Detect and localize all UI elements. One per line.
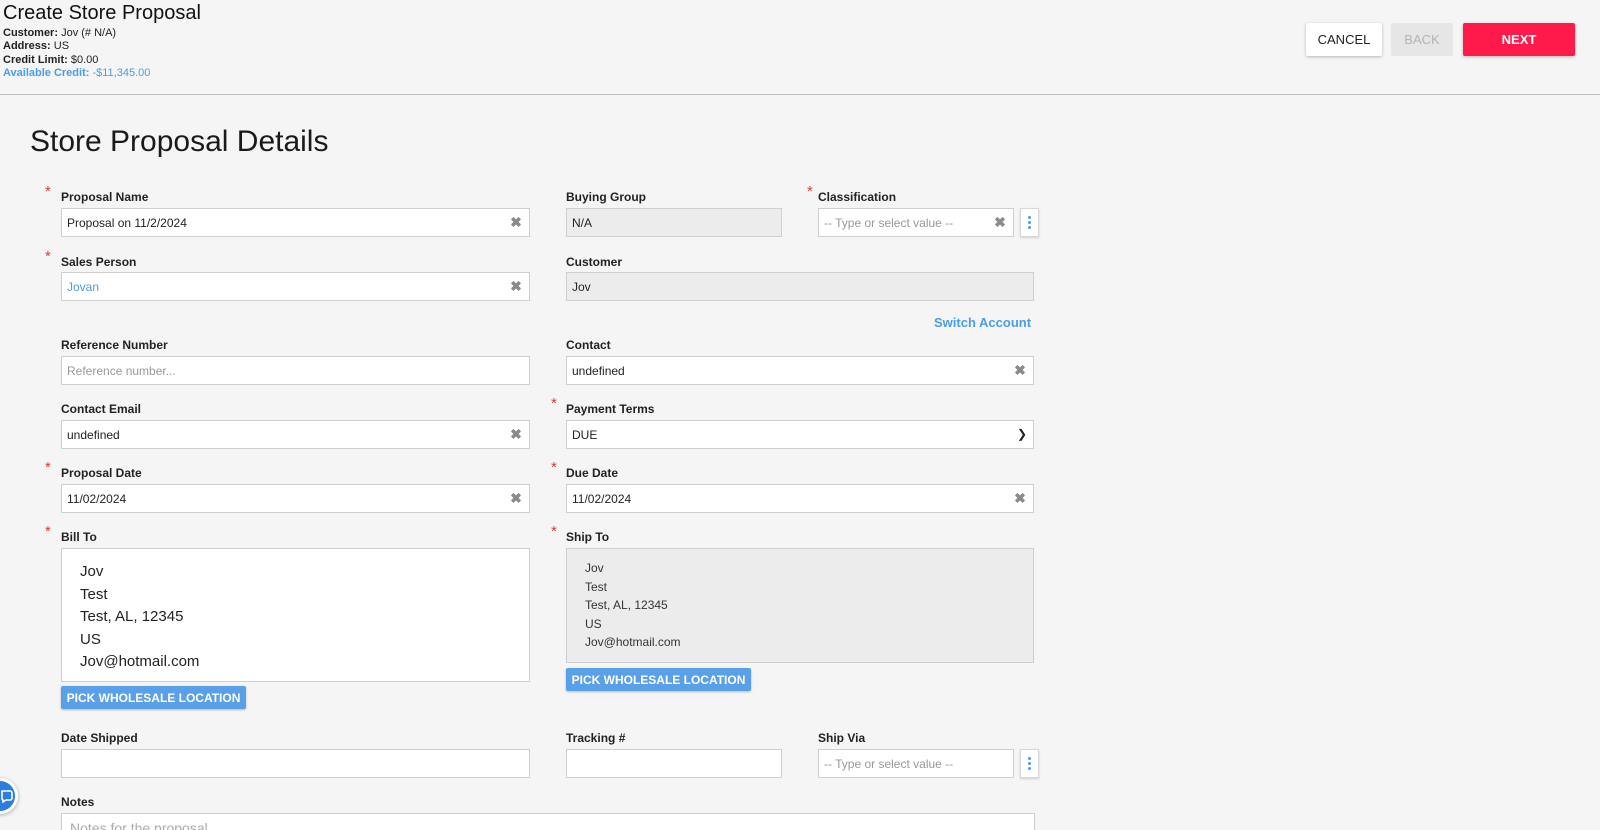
customer-value: Jov <box>572 279 591 294</box>
proposal-date-input[interactable]: 11/02/2024 ✖ <box>61 484 530 513</box>
sales-person-value: Jovan <box>67 279 100 294</box>
contact-label: Contact <box>566 338 611 352</box>
required-marker: * <box>551 523 557 540</box>
ship-via-placeholder: -- Type or select value -- <box>824 756 954 771</box>
customer-label: Customer <box>566 255 623 269</box>
ship-via-select[interactable]: -- Type or select value -- <box>818 749 1014 778</box>
bill-to-line: Test, AL, 12345 <box>80 608 184 625</box>
proposal-name-label: Proposal Name <box>61 190 149 204</box>
available-credit-label: Available Credit: <box>3 67 90 79</box>
page-header: Create Store Proposal Customer: Jov (# N… <box>0 0 1600 95</box>
reference-number-label: Reference Number <box>61 338 168 352</box>
ship-to-line: Test <box>585 579 608 594</box>
clear-icon[interactable]: ✖ <box>510 215 522 229</box>
ship-to-line: Jov <box>585 561 604 575</box>
required-marker: * <box>45 459 51 476</box>
clear-icon[interactable]: ✖ <box>994 215 1006 229</box>
proposal-name-value: Proposal on 11/2/2024 <box>67 215 187 230</box>
clear-icon[interactable]: ✖ <box>510 491 522 505</box>
credit-limit-info: Credit Limit: $0.00 <box>3 54 98 67</box>
date-shipped-input[interactable] <box>61 749 530 778</box>
payment-terms-select[interactable]: DUE ❯ <box>566 420 1034 449</box>
classification-placeholder: -- Type or select value -- <box>824 215 954 230</box>
required-marker: * <box>807 183 813 200</box>
credit-limit-label: Credit Limit: <box>3 54 68 66</box>
chat-bubble-icon <box>1 790 13 803</box>
proposal-name-input[interactable]: Proposal on 11/2/2024 ✖ <box>61 208 530 237</box>
reference-number-input[interactable]: Reference number... <box>61 356 530 385</box>
customer-input: Jov <box>566 272 1034 301</box>
ship-to-address: Jov Test Test, AL, 12345 US Jov@hotmail.… <box>566 548 1034 663</box>
next-button[interactable]: NEXT <box>1463 23 1575 56</box>
buying-group-label: Buying Group <box>566 190 646 204</box>
date-shipped-label: Date Shipped <box>61 731 138 745</box>
notes-textarea[interactable]: Notes for the proposal... <box>61 813 1035 830</box>
available-credit-value: -$11,345.00 <box>92 67 151 79</box>
clear-icon[interactable]: ✖ <box>1014 491 1026 505</box>
contact-value: undefined <box>572 363 625 378</box>
reference-number-placeholder: Reference number... <box>67 363 176 378</box>
required-marker: * <box>45 248 51 265</box>
switch-account-link[interactable]: Switch Account <box>934 315 1031 330</box>
due-date-label: Due Date <box>566 466 619 480</box>
chevron-down-icon: ❯ <box>1016 427 1027 441</box>
address-info-value: US <box>53 40 70 52</box>
address-info-label: Address: <box>3 40 51 52</box>
notes-label: Notes <box>61 795 95 809</box>
ship-to-pick-wholesale-location-button[interactable]: PICK WHOLESALE LOCATION <box>566 668 751 691</box>
required-marker: * <box>551 395 557 412</box>
section-title: Store Proposal Details <box>30 125 329 158</box>
cancel-button[interactable]: CANCEL <box>1306 23 1382 56</box>
bill-to-pick-wholesale-location-button[interactable]: PICK WHOLESALE LOCATION <box>61 686 246 709</box>
due-date-input[interactable]: 11/02/2024 ✖ <box>566 484 1034 513</box>
tracking-input[interactable] <box>566 749 782 778</box>
required-marker: * <box>551 459 557 476</box>
contact-email-value: undefined <box>67 427 120 442</box>
buying-group-value: N/A <box>572 215 593 230</box>
required-marker: * <box>45 523 51 540</box>
customer-info: Customer: Jov (# N/A) <box>3 27 116 40</box>
buying-group-input: N/A <box>566 208 782 237</box>
classification-label: Classification <box>818 190 897 204</box>
clear-icon[interactable]: ✖ <box>1014 363 1026 377</box>
bill-to-label: Bill To <box>61 530 97 544</box>
bill-to-line: Jov@hotmail.com <box>80 653 200 670</box>
clear-icon[interactable]: ✖ <box>510 279 522 293</box>
required-marker: * <box>45 183 51 200</box>
chat-icon[interactable] <box>0 778 18 814</box>
clear-icon[interactable]: ✖ <box>510 427 522 441</box>
ship-via-label: Ship Via <box>818 731 866 745</box>
customer-info-label: Customer: <box>3 27 59 39</box>
bill-to-address[interactable]: Jov Test Test, AL, 12345 US Jov@hotmail.… <box>61 548 530 682</box>
tracking-label: Tracking # <box>566 731 626 745</box>
ship-to-line: Jov@hotmail.com <box>585 635 681 649</box>
back-button[interactable]: BACK <box>1391 23 1453 56</box>
bill-to-line: US <box>80 630 101 648</box>
bill-to-line: Test <box>80 585 108 603</box>
payment-terms-value: DUE <box>572 427 598 442</box>
classification-more-icon[interactable] <box>1020 208 1039 237</box>
ship-to-line: Test, AL, 12345 <box>585 598 668 612</box>
credit-limit-value: $0.00 <box>70 54 99 66</box>
address-info: Address: US <box>3 40 69 53</box>
available-credit-info: Available Credit: -$11,345.00 <box>3 67 150 80</box>
ship-to-line: US <box>585 616 602 631</box>
payment-terms-label: Payment Terms <box>566 402 655 416</box>
classification-select[interactable]: -- Type or select value -- ✖ <box>818 208 1014 237</box>
proposal-date-value: 11/02/2024 <box>67 491 127 506</box>
contact-email-input[interactable]: undefined ✖ <box>61 420 530 449</box>
page-title: Create Store Proposal <box>3 2 201 24</box>
sales-person-input[interactable]: Jovan ✖ <box>61 272 530 301</box>
notes-placeholder: Notes for the proposal... <box>70 820 220 830</box>
proposal-date-label: Proposal Date <box>61 466 142 480</box>
customer-info-value: Jov (# N/A) <box>61 27 117 39</box>
sales-person-label: Sales Person <box>61 255 137 269</box>
contact-email-label: Contact Email <box>61 402 142 416</box>
due-date-value: 11/02/2024 <box>572 491 632 506</box>
ship-to-label: Ship To <box>566 530 610 544</box>
contact-input[interactable]: undefined ✖ <box>566 356 1034 385</box>
ship-via-more-icon[interactable] <box>1020 749 1039 778</box>
bill-to-line: Jov <box>80 563 104 580</box>
